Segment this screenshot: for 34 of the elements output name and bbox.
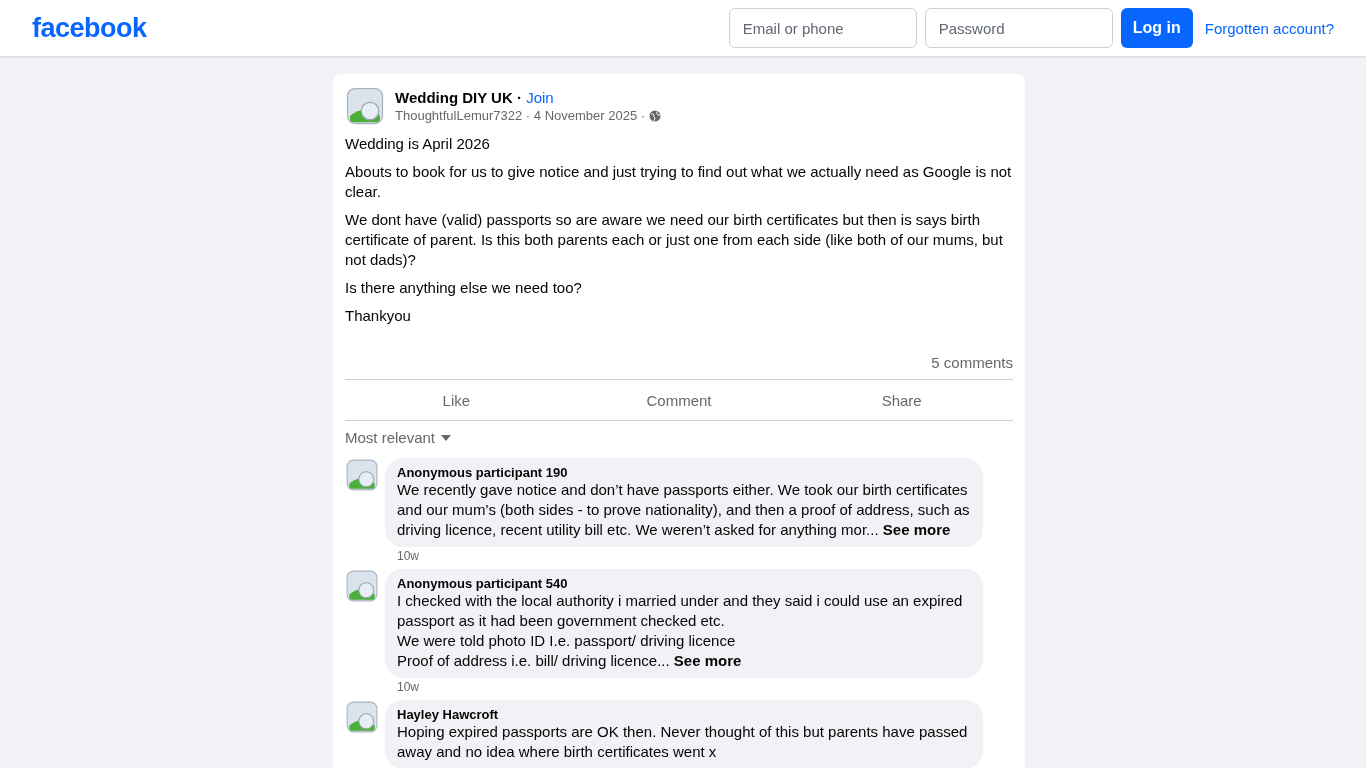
commenter-name[interactable]: Hayley Hawcroft xyxy=(397,707,971,722)
post-text: Abouts to book for us to give notice and just trying to find out what we actually need as Google is not clear. xyxy=(345,162,1013,202)
join-link[interactable]: Join xyxy=(526,89,554,106)
globe-icon xyxy=(649,109,662,122)
post-text: Is there anything else we need too? xyxy=(345,278,583,298)
comment-text: Hoping expired passports are OK then. Never thought of this but parents have passed away and no idea where birth certificates went x xyxy=(397,722,969,762)
broken-image-icon xyxy=(345,569,379,603)
sort-dropdown[interactable]: Most relevant xyxy=(345,423,452,452)
post-text: Wedding is April 2026 xyxy=(345,134,491,154)
comment-time: 10w xyxy=(397,680,419,694)
login-button[interactable]: Log in xyxy=(1120,8,1193,48)
broken-image-icon xyxy=(345,86,385,126)
comment-count[interactable]: 5 comments xyxy=(931,354,1013,371)
comment-text: I checked with the local authority i married under and they said i could use an expired passport as it had been government checked etc. We were told photo ID I.e. passport/ driving licence Proof of address i.e. bill/ driving licence... See more xyxy=(397,591,964,671)
forgotten-account-link[interactable]: Forgotten account? xyxy=(1204,19,1334,37)
caret-icon xyxy=(441,434,452,441)
facebook-logo[interactable]: facebook xyxy=(32,12,147,44)
group-title: Wedding DIY UK · Join xyxy=(395,89,555,106)
commenter-name[interactable]: Anonymous participant 190 xyxy=(397,465,971,480)
broken-image-icon xyxy=(345,458,379,492)
broken-image-icon xyxy=(345,700,379,734)
comment-text: We recently gave notice and don’t have passports either. We took our birth certificates and our mum’s (both sides - to prove nationality), and then a proof of address, such as driving licence, recent utility bill etc. We weren’t asked for anything mor... See more xyxy=(397,480,971,540)
see-more-link[interactable]: See more xyxy=(673,652,742,669)
post-action-button[interactable]: Like xyxy=(345,380,568,420)
email-field[interactable]: Email or phone xyxy=(728,8,917,48)
password-field[interactable]: Password xyxy=(924,8,1113,48)
post-text: We dont have (valid) passports so are aware we need our birth certificates but then is says birth certificate of parent. Is this both parents each or just one from each side (like both of our mums, but not dads)? xyxy=(345,210,1004,270)
post-action-button[interactable]: Comment xyxy=(567,380,791,420)
post-meta: ThoughtfulLemur7322 · 4 November 2025 · xyxy=(395,108,646,123)
comment-time: 10w xyxy=(397,549,419,563)
see-more-link[interactable]: See more xyxy=(882,521,951,538)
post-text: Thankyou xyxy=(345,306,412,326)
post-action-button[interactable]: Share xyxy=(790,380,1013,420)
commenter-name[interactable]: Anonymous participant 540 xyxy=(397,576,971,591)
